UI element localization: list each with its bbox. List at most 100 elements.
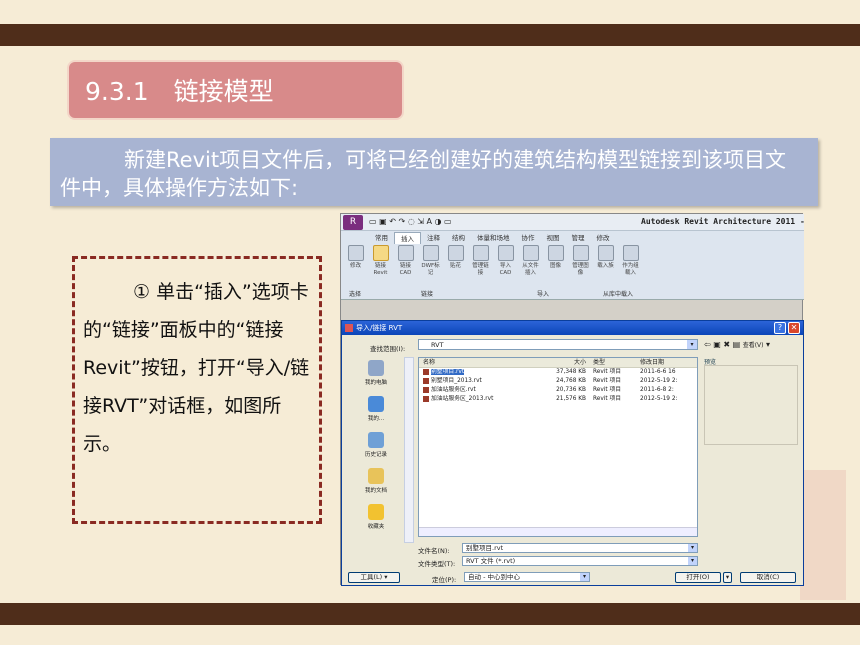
tool-decal[interactable]: 贴花 xyxy=(445,245,466,283)
tab-insert[interactable]: 插入 xyxy=(394,232,421,244)
intro-paragraph: 新建Revit项目文件后，可将已经创建好的建筑结构模型链接到该项目文件中，具体操… xyxy=(50,138,818,206)
file-name-label: 文件名(N): xyxy=(418,547,450,555)
star-icon xyxy=(368,504,384,520)
file-list: 名称 大小 类型 修改日期 别墅项目.rvt 37,348 KB Revit 项… xyxy=(418,357,698,537)
panel-load-from-library: 从库中载入 xyxy=(603,291,634,298)
tool-modify[interactable]: 修改 xyxy=(345,245,366,283)
look-in-select[interactable]: RVT ▾ xyxy=(418,339,698,350)
intro-text: 新建Revit项目文件后，可将已经创建好的建筑结构模型链接到该项目文件中，具体操… xyxy=(60,148,787,200)
position-select[interactable]: 自动 - 中心到中心 ▾ xyxy=(464,572,590,582)
documents-icon xyxy=(368,468,384,484)
tool-link-cad[interactable]: 链接CAD xyxy=(395,245,416,283)
look-in-label: 查找范围(I): xyxy=(370,345,406,353)
revit-screenshot: R ▭ ▣ ↶ ↷ ◌ ⇲ A ◑ ▭ Autodesk Revit Archi… xyxy=(340,213,805,586)
chevron-down-icon: ▾ xyxy=(688,557,697,565)
chevron-down-icon: ▾ xyxy=(688,544,697,552)
link-revit-icon xyxy=(372,245,389,261)
revit-app-icon[interactable]: R xyxy=(343,215,363,230)
load-group-icon xyxy=(622,245,639,261)
tool-load-as-group[interactable]: 作为组载入 xyxy=(620,245,641,283)
dialog-toolbar[interactable]: ⇦ ▣ ✖ ▤ 查看(V) ▾ xyxy=(704,340,770,349)
place-my-documents[interactable]: 我的文档 xyxy=(348,465,404,501)
cursor-icon xyxy=(347,245,364,261)
place-history[interactable]: 历史记录 xyxy=(348,429,404,465)
panel-labels: 选择 链接 导入 从库中载入 xyxy=(341,288,804,299)
cancel-button[interactable]: 取消(C) xyxy=(740,572,796,583)
tool-manage-links[interactable]: 管理链接 xyxy=(470,245,491,283)
position-label: 定位(P): xyxy=(432,576,457,584)
manage-links-icon xyxy=(472,245,489,261)
chevron-down-icon: ▾ xyxy=(687,340,697,349)
dwf-icon xyxy=(422,245,439,261)
tool-manage-images[interactable]: 管理图像 xyxy=(570,245,591,283)
tool-dwf-markup[interactable]: DWF标记 xyxy=(420,245,441,283)
col-size[interactable]: 大小 xyxy=(551,358,589,367)
section-title: 9.3.1 链接模型 xyxy=(67,60,404,120)
step-box: ① 单击“插入”选项卡的“链接”面板中的“链接Revit”按钮，打开“导入/链接… xyxy=(72,256,322,524)
computer-icon xyxy=(368,360,384,376)
tab-massing-site[interactable]: 体量和场地 xyxy=(471,232,516,244)
tab-collaborate[interactable]: 协作 xyxy=(516,232,541,244)
tab-home[interactable]: 常用 xyxy=(369,232,394,244)
panel-link: 链接 xyxy=(421,291,434,298)
preview-pane xyxy=(704,365,798,445)
import-cad-icon xyxy=(497,245,514,261)
place-my-computer[interactable]: 我的电脑 xyxy=(348,357,404,393)
bottom-bar xyxy=(0,603,860,625)
tab-annotate[interactable]: 注释 xyxy=(421,232,446,244)
close-icon[interactable]: ✕ xyxy=(788,322,800,334)
load-family-icon xyxy=(597,245,614,261)
insert-file-icon xyxy=(522,245,539,261)
manage-images-icon xyxy=(572,245,589,261)
open-dropdown-button[interactable]: ▾ xyxy=(723,572,732,583)
rvt-file-icon xyxy=(423,368,429,375)
open-button[interactable]: 打开(O) xyxy=(675,572,721,583)
tab-modify[interactable]: 修改 xyxy=(591,232,616,244)
tool-import-cad[interactable]: 导入CAD xyxy=(495,245,516,283)
tool-load-family[interactable]: 载入族 xyxy=(595,245,616,283)
col-name[interactable]: 名称 xyxy=(419,358,551,367)
file-row[interactable]: 加油站服务区_2013.rvt 21,576 KB Revit 项目 2012-… xyxy=(419,395,697,404)
ribbon-tools: 修改 链接Revit 链接CAD DWF标记 贴花 管理链接 导入CAD 从文件… xyxy=(345,245,641,285)
col-date[interactable]: 修改日期 xyxy=(637,358,693,367)
history-icon xyxy=(368,432,384,448)
rvt-file-icon xyxy=(423,395,429,402)
dialog-app-icon xyxy=(345,324,353,332)
top-bar xyxy=(0,24,860,46)
chevron-down-icon: ▾ xyxy=(580,573,589,581)
views-label: 查看(V) xyxy=(742,342,764,349)
window-title: Autodesk Revit Architecture 2011 - xyxy=(641,217,805,226)
tools-button[interactable]: 工具(L) ▾ xyxy=(348,572,400,583)
decorative-block xyxy=(800,470,846,600)
dialog-title: 导入/链接 RVT xyxy=(356,324,403,332)
col-type[interactable]: 类型 xyxy=(589,358,637,367)
tool-insert-from-file[interactable]: 从文件插入 xyxy=(520,245,541,283)
tool-link-revit[interactable]: 链接Revit xyxy=(370,245,391,283)
quick-access-toolbar: R ▭ ▣ ↶ ↷ ◌ ⇲ A ◑ ▭ Autodesk Revit Archi… xyxy=(341,214,805,231)
file-row[interactable]: 别墅项目_2013.rvt 24,768 KB Revit 项目 2012-5-… xyxy=(419,377,697,386)
tool-image[interactable]: 图像 xyxy=(545,245,566,283)
import-link-dialog: 导入/链接 RVT ? ✕ 查找范围(I): RVT ▾ ⇦ ▣ ✖ ▤ 查看(… xyxy=(341,320,804,586)
file-type-select[interactable]: RVT 文件 (*.rvt) ▾ xyxy=(462,556,698,566)
file-list-scrollbar[interactable] xyxy=(419,527,697,536)
file-row[interactable]: 别墅项目.rvt 37,348 KB Revit 项目 2011-6-6 16 xyxy=(419,368,697,377)
place-network[interactable]: 我的... xyxy=(348,393,404,429)
place-favorites[interactable]: 收藏夹 xyxy=(348,501,404,537)
tab-manage[interactable]: 管理 xyxy=(566,232,591,244)
help-icon[interactable]: ? xyxy=(774,322,786,334)
image-icon xyxy=(547,245,564,261)
tab-view[interactable]: 视图 xyxy=(541,232,566,244)
network-icon xyxy=(368,396,384,412)
tab-structure[interactable]: 结构 xyxy=(446,232,471,244)
file-list-header: 名称 大小 类型 修改日期 xyxy=(419,358,697,368)
quick-access-icons[interactable]: ▭ ▣ ↶ ↷ ◌ ⇲ A ◑ ▭ xyxy=(369,217,452,226)
places-scrollbar[interactable] xyxy=(404,357,414,543)
link-cad-icon xyxy=(397,245,414,261)
rvt-file-icon xyxy=(423,386,429,393)
panel-import: 导入 xyxy=(537,291,550,298)
ribbon: R ▭ ▣ ↶ ↷ ◌ ⇲ A ◑ ▭ Autodesk Revit Archi… xyxy=(341,214,805,300)
file-name-input[interactable]: 别墅项目.rvt ▾ xyxy=(462,543,698,553)
decal-icon xyxy=(447,245,464,261)
places-bar: 我的电脑 我的... 历史记录 我的文档 收藏夹 xyxy=(348,357,404,543)
file-row[interactable]: 加油站服务区.rvt 20,736 KB Revit 项目 2011-6-8 2… xyxy=(419,386,697,395)
